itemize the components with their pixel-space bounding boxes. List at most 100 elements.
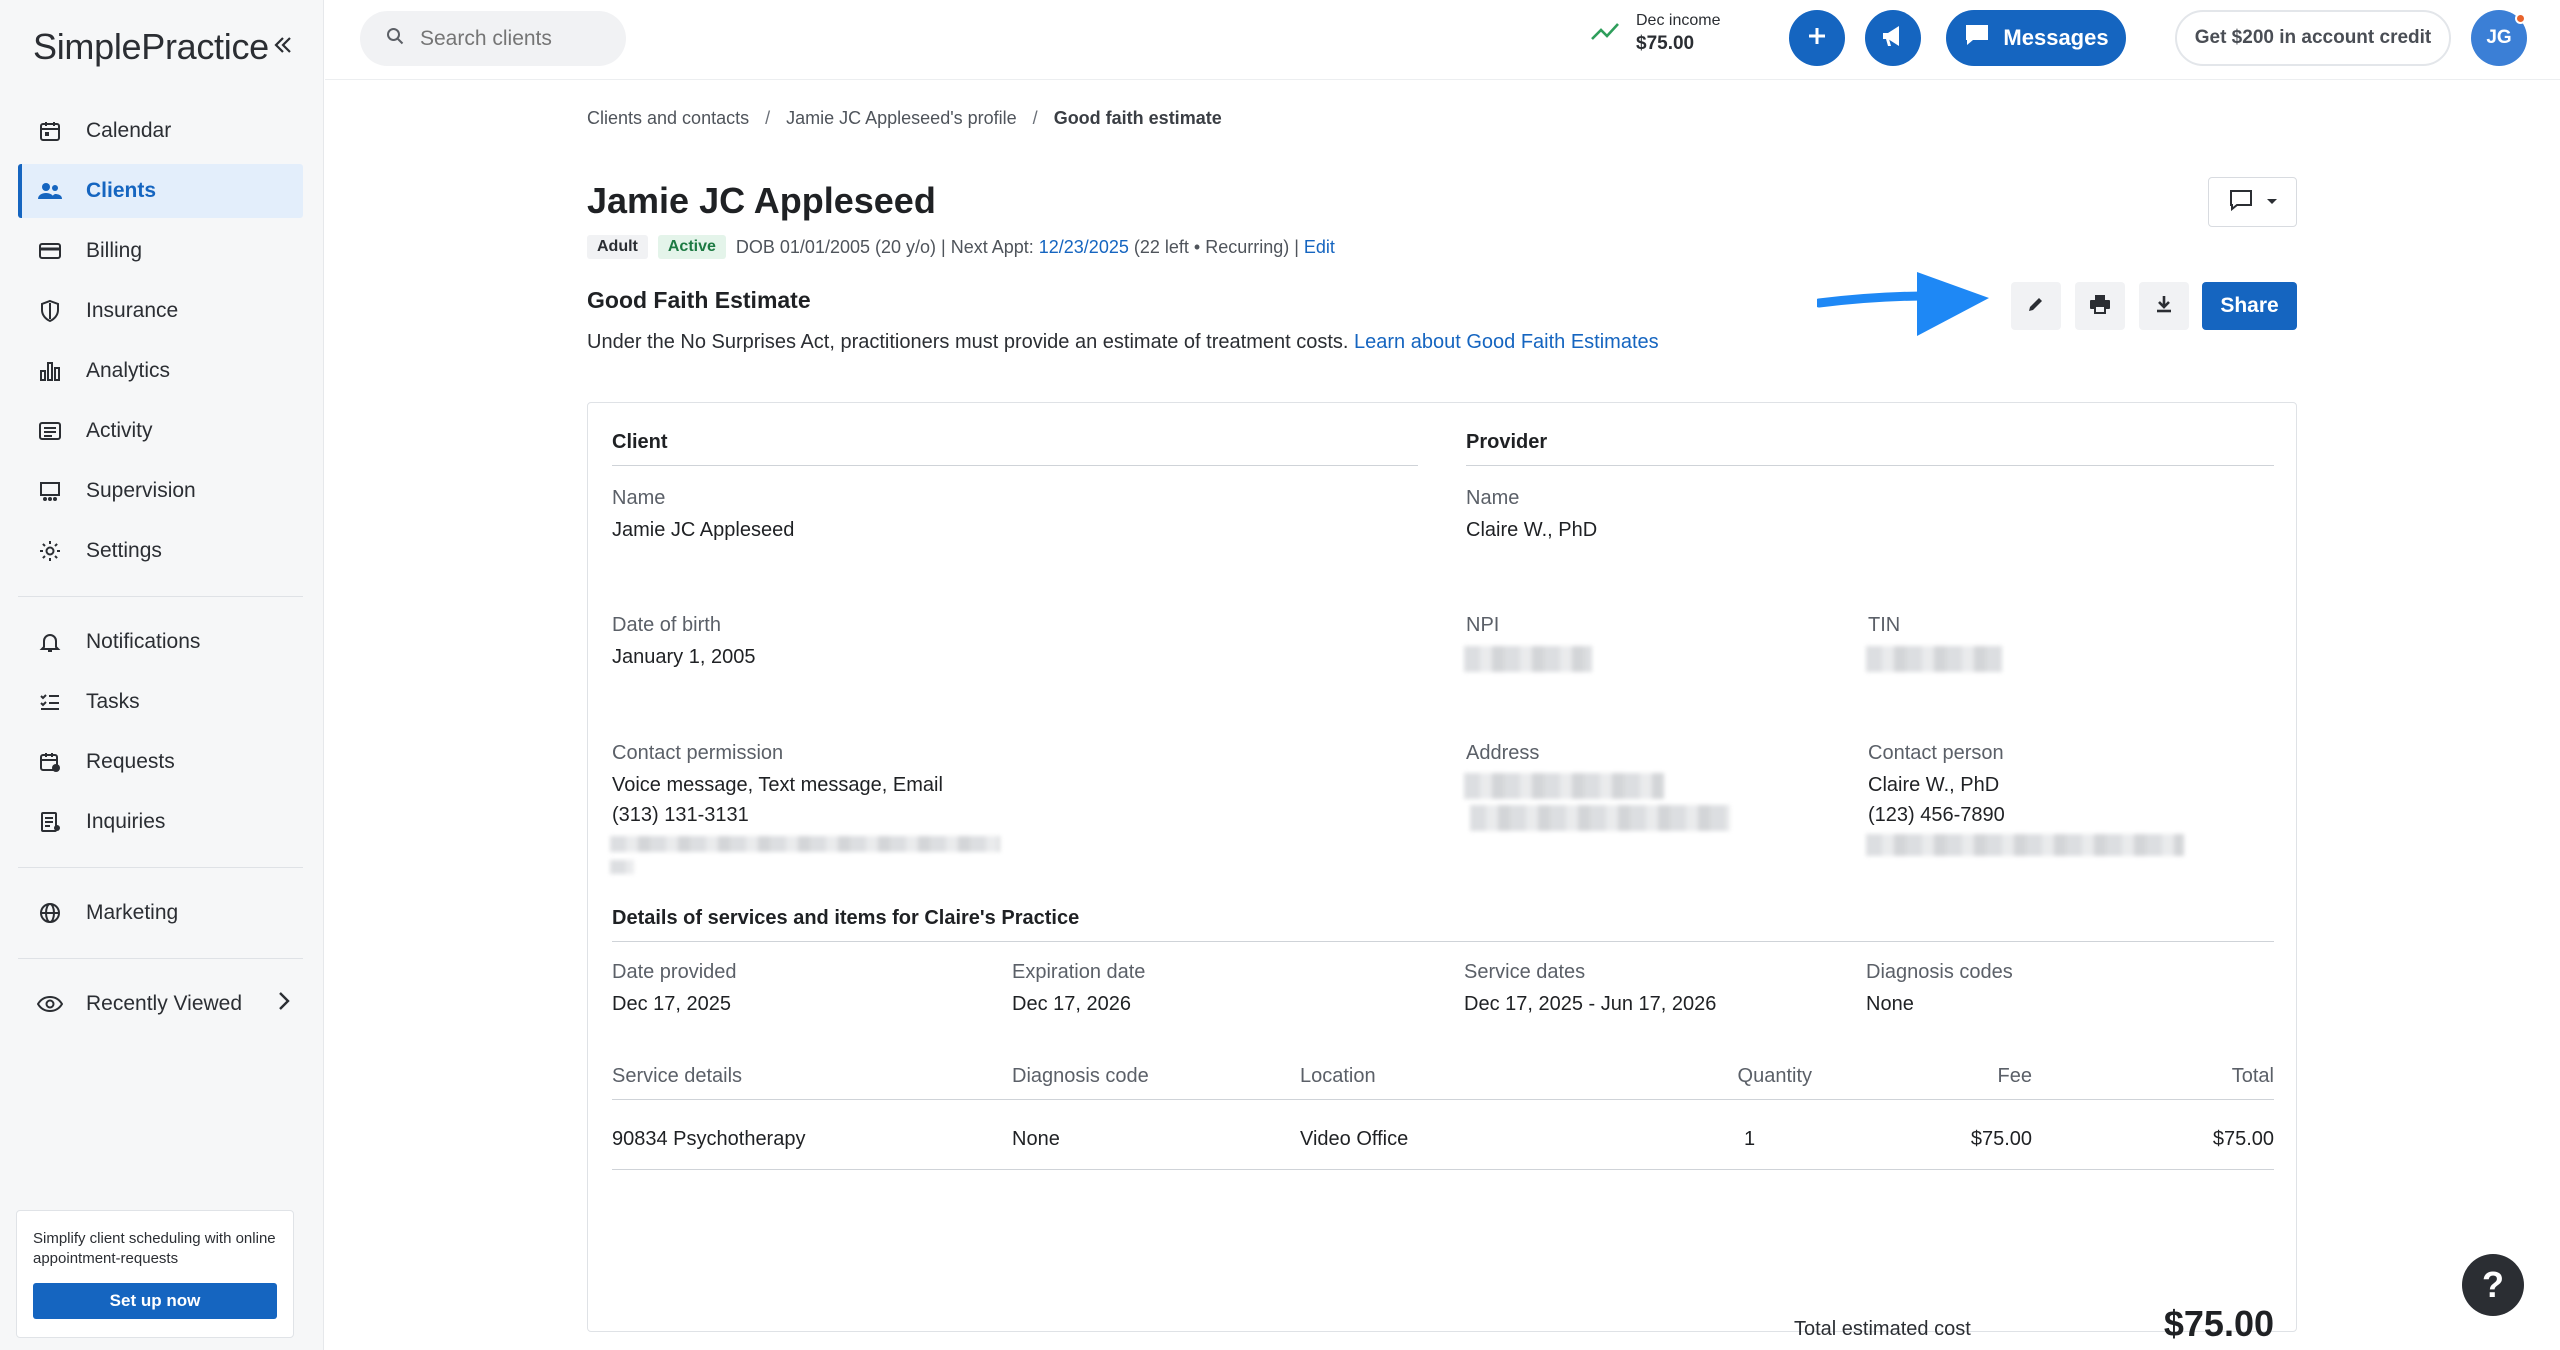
sidebar-item-recently-viewed[interactable]: Recently Viewed bbox=[18, 977, 303, 1031]
provider-heading: Provider bbox=[1466, 431, 1548, 453]
expiration-date-label: Expiration date bbox=[1012, 961, 1146, 983]
app-logo[interactable]: SimplePractice bbox=[33, 26, 269, 68]
sidebar-item-billing[interactable]: Billing bbox=[18, 224, 303, 278]
globe-icon bbox=[36, 899, 64, 927]
sidebar-item-marketing[interactable]: Marketing bbox=[18, 886, 303, 940]
address-redacted bbox=[1464, 773, 1664, 799]
sidebar-item-supervision[interactable]: Supervision bbox=[18, 464, 303, 518]
client-email-redacted bbox=[610, 860, 634, 874]
tin-redacted bbox=[1866, 646, 2002, 672]
sidebar-item-label: Inquiries bbox=[86, 810, 166, 833]
provider-name-label: Name bbox=[1466, 487, 1520, 509]
contact-person-phone: (123) 456-7890 bbox=[1868, 804, 2005, 826]
print-button[interactable] bbox=[2075, 282, 2125, 330]
avatar-initials: JG bbox=[2486, 27, 2512, 48]
income-value: $75.00 bbox=[1636, 33, 1695, 54]
date-provided-value: Dec 17, 2025 bbox=[612, 993, 731, 1015]
dob-label: Date of birth bbox=[612, 614, 721, 636]
chevron-right-icon bbox=[277, 990, 291, 1018]
bar-chart-icon bbox=[36, 357, 64, 385]
search-input[interactable] bbox=[420, 26, 620, 51]
plus-icon bbox=[1806, 25, 1828, 52]
breadcrumb-client-profile[interactable]: Jamie JC Appleseed's profile bbox=[786, 108, 1017, 129]
sidebar-item-notifications[interactable]: Notifications bbox=[18, 615, 303, 669]
gfe-subtitle-text: Under the No Surprises Act, practitioner… bbox=[587, 331, 1355, 353]
supervision-icon bbox=[36, 477, 64, 505]
income-widget[interactable]: Dec income $75.00 bbox=[1590, 12, 1720, 55]
sidebar-item-label: Recently Viewed bbox=[86, 992, 243, 1015]
sidebar-item-label: Clients bbox=[86, 179, 157, 202]
sidebar-item-clients[interactable]: Clients bbox=[18, 164, 303, 218]
breadcrumb-separator: / bbox=[1032, 108, 1038, 128]
sidebar-item-inquiries[interactable]: Inquiries bbox=[18, 795, 303, 849]
date-provided-label: Date provided bbox=[612, 961, 737, 983]
share-button[interactable]: Share bbox=[2202, 282, 2297, 330]
contact-person-name: Claire W., PhD bbox=[1868, 774, 2000, 796]
service-details-cell: 90834 Psychotherapy bbox=[612, 1128, 806, 1150]
pointer-arrow-icon bbox=[1814, 270, 1997, 345]
search-box[interactable] bbox=[360, 11, 626, 66]
sidebar-item-tasks[interactable]: Tasks bbox=[18, 675, 303, 729]
collapse-sidebar-icon[interactable] bbox=[270, 32, 296, 58]
edit-button[interactable] bbox=[2011, 282, 2061, 330]
sidebar-nav: Calendar Clients Billing Insurance Analy… bbox=[18, 104, 303, 1037]
account-credit-button[interactable]: Get $200 in account credit bbox=[2175, 10, 2451, 66]
sidebar-item-label: Billing bbox=[86, 239, 143, 262]
total-estimated-cost-label: Total estimated cost bbox=[1794, 1318, 1971, 1340]
adult-badge: Adult bbox=[587, 235, 648, 259]
sidebar-item-analytics[interactable]: Analytics bbox=[18, 344, 303, 398]
client-name-label: Name bbox=[612, 487, 666, 509]
topbar: Dec income $75.00 Messages Get $200 in a… bbox=[325, 0, 2560, 80]
breadcrumb-current: Good faith estimate bbox=[1053, 108, 1222, 128]
tin-label: TIN bbox=[1868, 614, 1901, 636]
sidebar-item-insurance[interactable]: Insurance bbox=[18, 284, 303, 338]
total-estimated-cost-value: $75.00 bbox=[2163, 1303, 2274, 1344]
sidebar-item-requests[interactable]: Requests bbox=[18, 735, 303, 789]
set-up-now-button[interactable]: Set up now bbox=[33, 1283, 277, 1319]
expiration-date-value: Dec 17, 2026 bbox=[1012, 993, 1131, 1015]
dob-text: DOB 01/01/2005 (20 y/o) | Next Appt: bbox=[735, 236, 1039, 257]
help-button[interactable]: ? bbox=[2462, 1254, 2524, 1316]
avatar[interactable]: JG bbox=[2471, 10, 2527, 66]
breadcrumb-clients-and-contacts[interactable]: Clients and contacts bbox=[587, 108, 749, 129]
sidebar-item-settings[interactable]: Settings bbox=[18, 524, 303, 578]
download-button[interactable] bbox=[2139, 282, 2189, 330]
sidebar-item-label: Insurance bbox=[86, 299, 179, 322]
gfe-title: Good Faith Estimate bbox=[587, 287, 811, 313]
breadcrumb: Clients and contacts / Jamie JC Applesee… bbox=[587, 108, 1222, 129]
edit-link[interactable]: Edit bbox=[1304, 237, 1335, 258]
learn-gfe-link[interactable]: Learn about Good Faith Estimates bbox=[1354, 331, 1659, 353]
sidebar-item-calendar[interactable]: Calendar bbox=[18, 104, 303, 158]
messages-button[interactable]: Messages bbox=[1946, 10, 2126, 66]
address-redacted bbox=[1470, 805, 1730, 831]
table-header-fee: Fee bbox=[1997, 1065, 2032, 1087]
sidebar: SimplePractice Calendar Clients Billing … bbox=[0, 0, 324, 1350]
client-phone: (313) 131-3131 bbox=[612, 804, 749, 826]
quantity-cell: 1 bbox=[1744, 1128, 1756, 1150]
npi-redacted bbox=[1464, 646, 1592, 672]
announcements-button[interactable] bbox=[1865, 10, 1921, 66]
promo-text: Simplify client scheduling with online a… bbox=[33, 1230, 276, 1267]
bell-icon bbox=[36, 628, 64, 656]
sidebar-item-activity[interactable]: Activity bbox=[18, 404, 303, 458]
create-button[interactable] bbox=[1789, 10, 1845, 66]
comment-icon bbox=[2228, 188, 2254, 217]
client-meta: Adult Active DOB 01/01/2005 (20 y/o) | N… bbox=[587, 235, 1335, 259]
next-appointment-link[interactable]: 12/23/2025 bbox=[1039, 237, 1129, 258]
gfe-card: Client Provider Name Jamie JC Appleseed … bbox=[587, 402, 2297, 1344]
active-badge: Active bbox=[657, 235, 726, 259]
table-header-quantity: Quantity bbox=[1737, 1065, 1812, 1087]
table-header-service-details: Service details bbox=[612, 1065, 743, 1087]
total-cell: $75.00 bbox=[2212, 1128, 2274, 1150]
npi-label: NPI bbox=[1466, 614, 1500, 636]
download-icon bbox=[2154, 294, 2174, 319]
comment-dropdown-button[interactable] bbox=[2208, 177, 2297, 227]
diagnosis-codes-value: None bbox=[1866, 993, 1914, 1015]
megaphone-icon bbox=[1879, 23, 1907, 54]
service-dates-label: Service dates bbox=[1464, 961, 1586, 983]
printer-icon bbox=[2089, 294, 2111, 319]
sidebar-item-label: Settings bbox=[86, 539, 162, 562]
table-header-location: Location bbox=[1300, 1065, 1376, 1087]
contact-person-email-redacted bbox=[1866, 834, 2184, 856]
sidebar-divider bbox=[18, 958, 303, 959]
